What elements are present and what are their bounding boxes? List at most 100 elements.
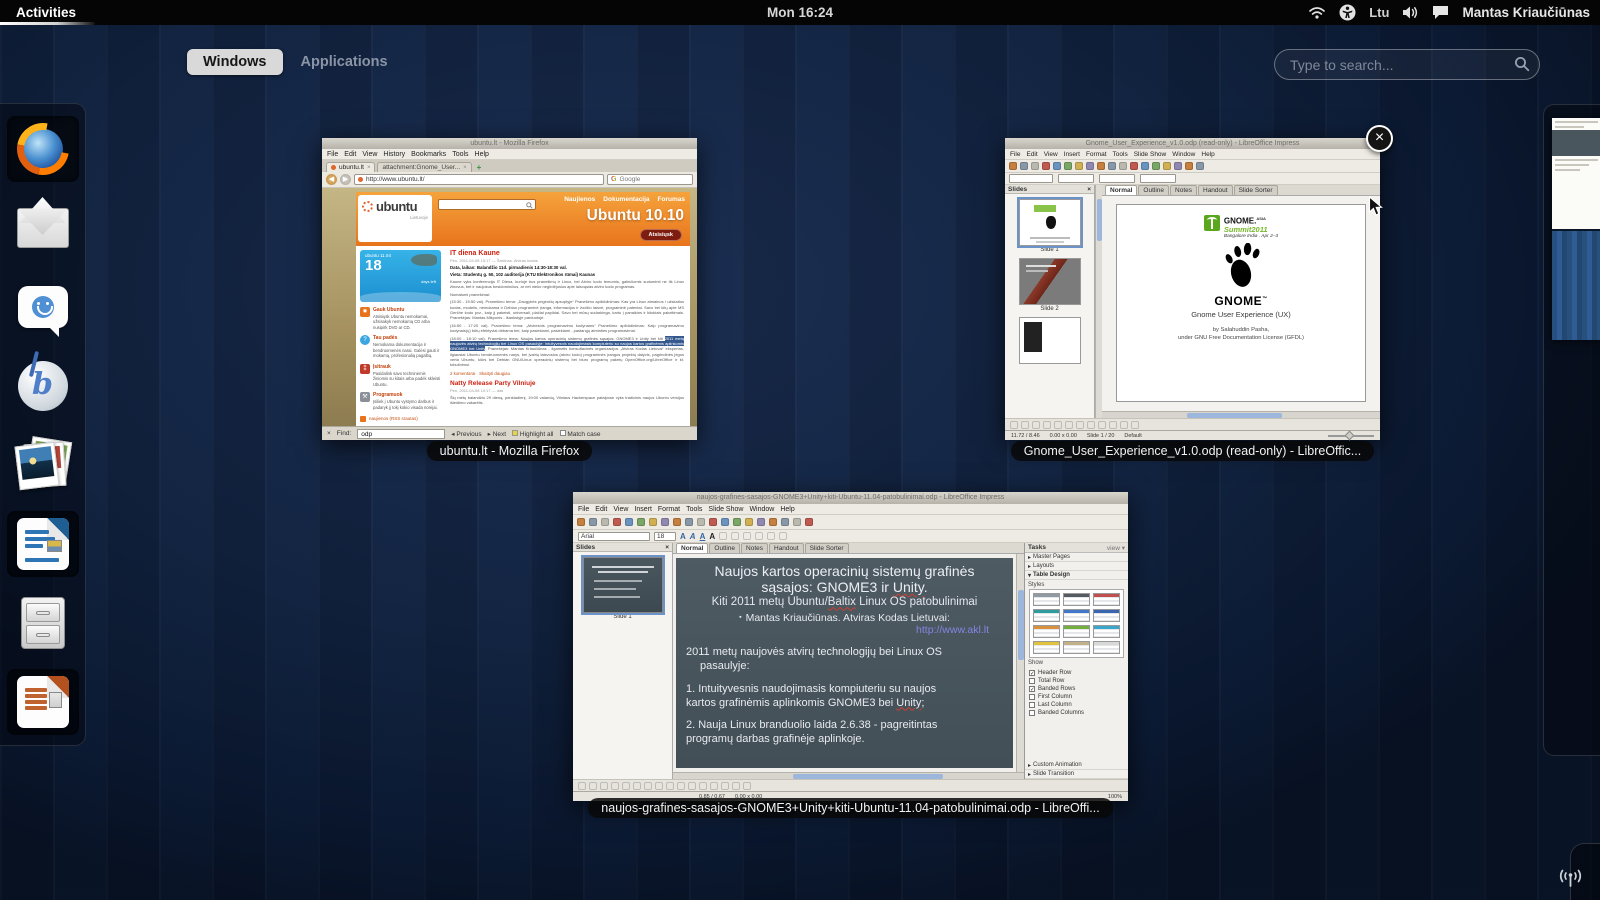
- slides-panel: Slides× Slide 1: [573, 543, 673, 779]
- status-bar: 11.72 / 8.46 0.00 x 0.00 Slide 1 / 20 De…: [1005, 430, 1380, 440]
- article-paragraph: (16:50 - 17:20 val). Pranešimo tema: „At…: [450, 323, 684, 334]
- slide-link: http://www.akl.lt: [686, 624, 1003, 636]
- tasks-section-master-pages: ▸Master Pages: [1025, 553, 1128, 562]
- comments-link: 2 komentarai: [450, 371, 475, 376]
- tasks-section-slide-transition: ▸Slide Transition: [1025, 770, 1128, 779]
- find-next-button: ▸ Next: [488, 430, 506, 438]
- impress-toolbar: [573, 515, 1128, 530]
- firefox-tab-bar: ubuntu.lt × attachment:Gnome_User... × +: [322, 160, 697, 172]
- ubuntu-version-heading: Ubuntu 10.10: [587, 207, 684, 225]
- menu-item: Format: [1086, 151, 1107, 158]
- favicon: [331, 165, 336, 170]
- menu-item: Bookmarks: [411, 151, 446, 158]
- tab-windows[interactable]: Windows: [187, 49, 283, 75]
- dash-item-banshee[interactable]: b: [7, 353, 79, 419]
- menu-item: Insert: [634, 506, 652, 513]
- tab-applications[interactable]: Applications: [301, 54, 388, 70]
- view-tab-slide-sorter: Slide Sorter: [1234, 185, 1278, 195]
- workspace-thumbnail[interactable]: [1552, 118, 1600, 340]
- menu-item: Slide Show: [708, 506, 743, 513]
- window-impress-gnome-ux[interactable]: Gnome_User_Experience_v1.0.odp (read-onl…: [1005, 138, 1380, 440]
- release-countdown: ubuntu 11.04 18 days left: [360, 250, 441, 302]
- volume-icon[interactable]: [1402, 5, 1419, 20]
- dash-item-libreoffice-writer[interactable]: [7, 511, 79, 577]
- license-line: under GNU Free Documentation License (GF…: [1178, 334, 1304, 342]
- dash-item-firefox[interactable]: [7, 116, 79, 182]
- slides-panel: Slides× Slide 1 Slide 2: [1005, 185, 1095, 418]
- slide-subtitle: Kiti 2011 metų Ubuntu/Baltix Linux OS pa…: [686, 596, 1003, 608]
- favicon: [358, 177, 363, 182]
- article-paragraph: Kaune vyks konferencija IT Diena, kurioj…: [450, 279, 684, 290]
- sidebar-section: ✸ Gauk Ubuntu Atsisiųsk Ubuntu nemokamai…: [360, 307, 441, 330]
- article-meta: Pen, 2011-04-08 15:17 — Šarūnas. Atviras…: [450, 258, 684, 263]
- nav-link: Dokumentacija: [603, 196, 649, 203]
- search-box: [1274, 49, 1540, 80]
- slide-thumbnail-3: [1019, 317, 1081, 364]
- bold-icon: A: [680, 532, 686, 541]
- italic-icon: A: [690, 532, 696, 541]
- empathy-chat-icon: [18, 286, 68, 328]
- slide-caption: Slide 2: [1005, 306, 1094, 312]
- firefox-find-bar: × Find: odp ◂ Previous ▸ Next Highlight …: [322, 426, 697, 440]
- workspace-selector[interactable]: [1543, 104, 1600, 756]
- sidebar-section: ⁑ Įsitrauk Pasidalink savo techninėmis ž…: [360, 364, 441, 387]
- dash-item-empathy[interactable]: [7, 274, 79, 340]
- accessibility-icon[interactable]: [1339, 4, 1356, 21]
- view-tab-handout: Handout: [769, 543, 804, 553]
- google-icon: G: [611, 176, 616, 183]
- wifi-icon[interactable]: [1308, 5, 1326, 20]
- window-close-button[interactable]: ×: [1366, 125, 1393, 152]
- article-bold-line: Vieta: Studentų g. 50, 102 auditorija (K…: [450, 272, 684, 277]
- menu-item: Edit: [595, 506, 607, 513]
- checkbox-icon: [1029, 678, 1035, 684]
- search-input[interactable]: [1274, 49, 1540, 80]
- menu-item: Tools: [1113, 151, 1128, 158]
- sidebar: ubuntu 11.04 18 days left ✸ Gauk Ubuntu …: [356, 246, 444, 426]
- ubuntu-logo-icon: [362, 201, 373, 212]
- dash-item-evolution[interactable]: [7, 195, 79, 261]
- drawing-toolbar: [573, 779, 1128, 791]
- menu-item: Window: [1172, 151, 1195, 158]
- table-style-swatch: [1063, 609, 1090, 622]
- top-bar: Activities Mon 16:24 Ltu Mantas Kriaučiū…: [0, 0, 1600, 25]
- site-nav: Naujienos Dokumentacija Forumas: [564, 196, 685, 203]
- byline: by Salahuddin Pasha,: [1178, 326, 1304, 334]
- menu-item: Edit: [1026, 151, 1037, 158]
- browser-tab-active: ubuntu.lt ×: [326, 162, 375, 172]
- community-icon: ⁑: [360, 364, 370, 374]
- section-text: Nemokama dokumentacija ir bendruomenės n…: [373, 342, 441, 358]
- back-icon: ◀: [326, 174, 337, 185]
- slide-body: 2011 metų naujovės atvirų technologijų b…: [686, 646, 1003, 674]
- panel-close-icon: ×: [1087, 186, 1091, 193]
- rss-icon: [360, 416, 366, 422]
- section-title: Gauk Ubuntu: [373, 307, 441, 313]
- window-impress-lithuanian[interactable]: naujos-grafines-sasajos-GNOME3+Unity+kit…: [573, 492, 1128, 801]
- keyboard-layout-indicator[interactable]: Ltu: [1369, 5, 1389, 20]
- gnome-foot-logo: [1221, 243, 1261, 294]
- workspace-window-thumb: [1552, 118, 1600, 231]
- slides-panel-title: Slides: [1008, 186, 1027, 193]
- dash-item-shotwell[interactable]: [7, 432, 79, 498]
- banshee-icon: b: [18, 361, 68, 411]
- window-caption-impress-gnome: Gnome_User_Experience_v1.0.odp (read-onl…: [1005, 441, 1380, 461]
- table-style-swatch: [1063, 625, 1090, 638]
- view-tab-normal: Normal: [1105, 185, 1137, 195]
- underline-icon: A: [700, 532, 706, 541]
- slide-workspace: GNOME.ASIA Summit2011 Bangalore India . …: [1102, 196, 1380, 411]
- impress-titlebar: Gnome_User_Experience_v1.0.odp (read-onl…: [1005, 138, 1380, 149]
- window-firefox[interactable]: ubuntu.lt - Mozilla Firefox File Edit Vi…: [322, 138, 697, 440]
- article-paragraph: Šių metų balandžio 29 dieną, penktadienį…: [450, 395, 684, 406]
- table-style-swatch: [1093, 625, 1120, 638]
- tasks-view-menu: view ▾: [1107, 544, 1125, 552]
- firefox-titlebar: ubuntu.lt - Mozilla Firefox: [322, 138, 697, 149]
- nav-link: Naujienos: [564, 196, 595, 203]
- chat-bubble-icon[interactable]: [1432, 5, 1449, 20]
- dash-item-libreoffice-impress[interactable]: [7, 669, 79, 735]
- broadcast-antenna-icon[interactable]: [1557, 866, 1584, 893]
- impress-format-toolbar: Arial 18 A A A A: [573, 530, 1128, 543]
- mouse-cursor: [1368, 196, 1383, 222]
- dash-item-file-manager[interactable]: [7, 590, 79, 656]
- get-ubuntu-icon: ✸: [360, 307, 370, 317]
- menu-item: History: [383, 151, 405, 158]
- user-menu[interactable]: Mantas Kriaučiūnas: [1462, 5, 1590, 20]
